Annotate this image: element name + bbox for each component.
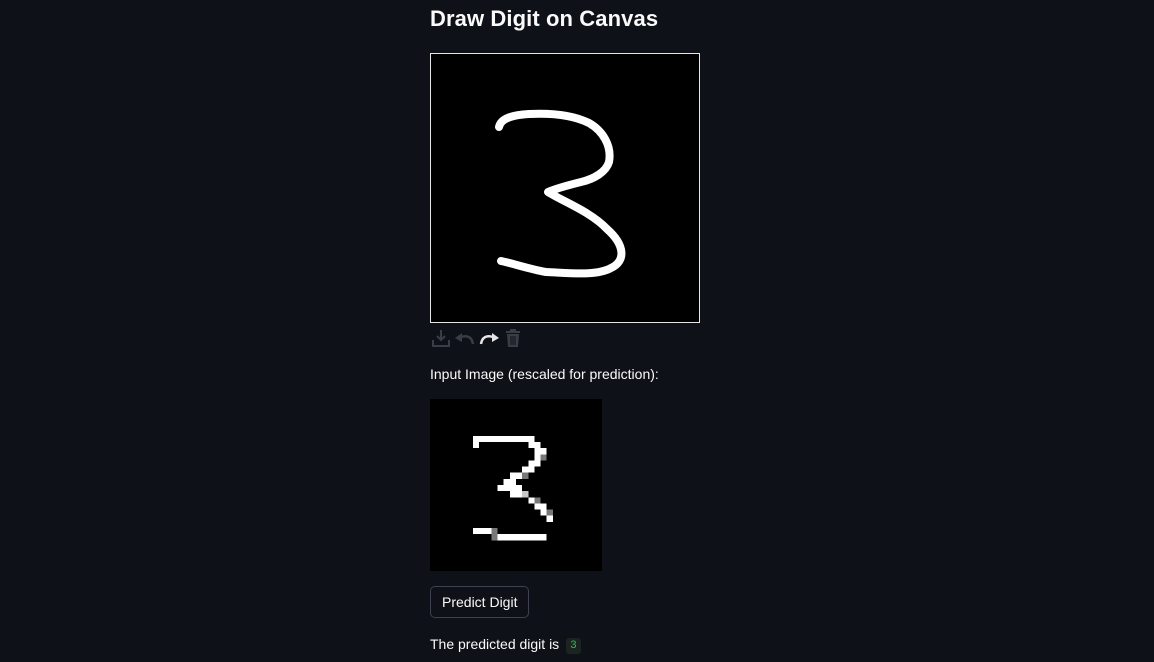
preview-pixel (522, 435, 529, 442)
preview-pixel (528, 466, 535, 473)
preview-pixel (485, 528, 492, 535)
preview-pixel (540, 503, 547, 510)
preview-pixel (509, 435, 516, 442)
prediction-text: The predicted digit is (430, 636, 560, 652)
preview-pixel (534, 460, 541, 467)
preview-pixel (503, 534, 510, 541)
redo-button[interactable] (478, 328, 500, 348)
preview-pixel (509, 491, 516, 498)
preview-pixel (516, 472, 523, 479)
preview-pixel (534, 497, 541, 504)
preview-pixel (509, 478, 516, 485)
preview-pixel (509, 534, 516, 541)
preview-pixel (534, 454, 541, 461)
preview-pixel (473, 442, 480, 449)
preview-pixel (479, 528, 486, 535)
canvas-toolbar (430, 328, 524, 348)
preview-pixel (509, 472, 516, 479)
preview-pixel (516, 491, 523, 498)
preview-pixel (540, 509, 547, 516)
rescaled-preview-image (430, 399, 602, 571)
preview-pixel (516, 485, 523, 492)
preview-pixel (528, 435, 535, 442)
drawing-canvas[interactable] (430, 53, 700, 323)
download-icon (432, 330, 450, 347)
preview-pixel (528, 534, 535, 541)
canvas-drawing (495, 109, 626, 278)
preview-pixel (503, 478, 510, 485)
page-title: Draw Digit on Canvas (430, 6, 659, 31)
preview-pixel (473, 528, 480, 535)
prediction-value: 3 (566, 638, 581, 654)
preview-pixel (497, 485, 504, 492)
preview-pixel (503, 435, 510, 442)
trash-icon (506, 329, 520, 347)
preview-pixel (479, 435, 486, 442)
preview-pixel (522, 472, 529, 479)
preview-pixel (516, 435, 523, 442)
preview-pixel (528, 460, 535, 467)
digit-stroke (495, 109, 626, 278)
download-button[interactable] (430, 328, 452, 348)
preview-pixel (497, 435, 504, 442)
preview-pixel (491, 534, 498, 541)
preview-pixel (534, 534, 541, 541)
prediction-result: The predicted digit is 3 (430, 636, 581, 654)
preview-pixel (528, 497, 535, 504)
preview-pixel (473, 435, 480, 442)
preview-caption: Input Image (rescaled for prediction): (430, 366, 659, 382)
preview-pixel (485, 435, 492, 442)
undo-button[interactable] (454, 328, 476, 348)
preview-pixel (516, 534, 523, 541)
preview-pixel (491, 435, 498, 442)
preview-pixel (491, 528, 498, 535)
preview-pixel (546, 515, 553, 522)
undo-icon (455, 333, 475, 345)
preview-pixel (540, 448, 547, 455)
preview-pixel (534, 503, 541, 510)
preview-pixel (522, 491, 529, 498)
preview-pixel (522, 534, 529, 541)
preview-pixel (509, 485, 516, 492)
preview-pixel (546, 509, 553, 516)
preview-pixels (473, 435, 553, 541)
preview-pixel (540, 454, 547, 461)
preview-pixel (522, 466, 529, 473)
predict-digit-button[interactable]: Predict Digit (430, 586, 530, 618)
preview-pixel (503, 485, 510, 492)
preview-pixel (497, 534, 504, 541)
preview-pixel (540, 534, 547, 541)
preview-pixel (528, 442, 535, 449)
preview-pixel (534, 448, 541, 455)
preview-pixel (534, 442, 541, 449)
redo-icon (479, 333, 499, 345)
delete-button[interactable] (502, 328, 524, 348)
